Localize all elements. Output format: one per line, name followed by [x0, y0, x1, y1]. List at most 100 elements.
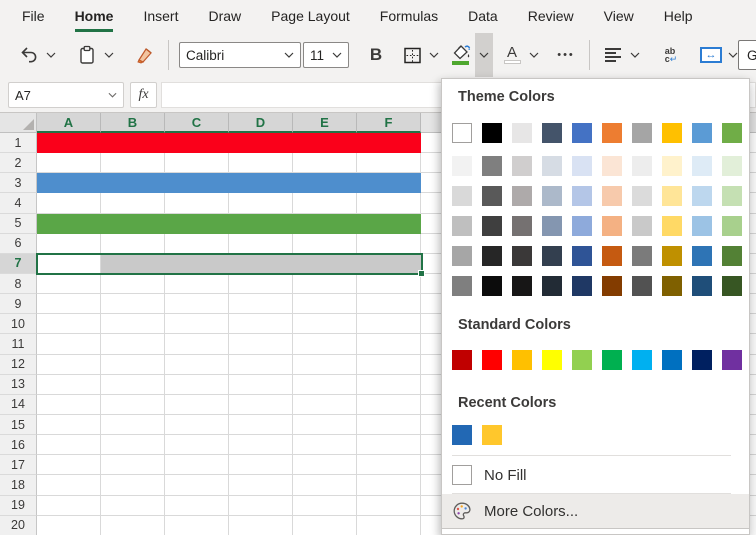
theme-variant-swatch[interactable]	[572, 276, 592, 296]
theme-color-swatch[interactable]	[602, 123, 622, 143]
row-header-9[interactable]: 9	[0, 294, 37, 314]
cell-c16[interactable]	[165, 435, 229, 455]
standard-color-swatch[interactable]	[512, 350, 532, 370]
cell-b10[interactable]	[101, 314, 165, 334]
column-header-e[interactable]: E	[293, 113, 357, 133]
cell-e17[interactable]	[293, 455, 357, 475]
cell-c14[interactable]	[165, 395, 229, 415]
cell-a3[interactable]	[37, 173, 101, 193]
cell-b13[interactable]	[101, 375, 165, 395]
cell-d8[interactable]	[229, 274, 293, 294]
cell-e7[interactable]	[293, 254, 357, 274]
cell-b17[interactable]	[101, 455, 165, 475]
cell-c4[interactable]	[165, 193, 229, 213]
theme-variant-swatch[interactable]	[602, 246, 622, 266]
tab-formulas[interactable]: Formulas	[380, 0, 438, 32]
cell-b15[interactable]	[101, 415, 165, 435]
cell-d19[interactable]	[229, 496, 293, 516]
cell-c7[interactable]	[165, 254, 229, 274]
cell-d6[interactable]	[229, 234, 293, 254]
tab-review[interactable]: Review	[528, 0, 574, 32]
theme-variant-swatch[interactable]	[512, 186, 532, 206]
cell-a20[interactable]	[37, 516, 101, 535]
row-header-4[interactable]: 4	[0, 193, 37, 213]
theme-variant-swatch[interactable]	[452, 246, 472, 266]
standard-color-swatch[interactable]	[572, 350, 592, 370]
cell-d12[interactable]	[229, 355, 293, 375]
fill-color-dropdown-chevron[interactable]	[475, 33, 493, 77]
theme-variant-swatch[interactable]	[602, 156, 622, 176]
standard-color-swatch[interactable]	[692, 350, 712, 370]
cell-f16[interactable]	[357, 435, 421, 455]
cell-c5[interactable]	[165, 214, 229, 234]
cell-c10[interactable]	[165, 314, 229, 334]
alignment-button[interactable]	[600, 38, 626, 72]
theme-variant-swatch[interactable]	[632, 186, 652, 206]
paste-button[interactable]	[74, 38, 100, 72]
cell-f9[interactable]	[357, 294, 421, 314]
row-header-14[interactable]: 14	[0, 395, 37, 415]
more-font-options-button[interactable]: •••	[553, 38, 579, 72]
cell-d4[interactable]	[229, 193, 293, 213]
recent-color-swatch[interactable]	[452, 425, 472, 445]
cell-e13[interactable]	[293, 375, 357, 395]
row-header-8[interactable]: 8	[0, 274, 37, 294]
cell-a19[interactable]	[37, 496, 101, 516]
cell-d11[interactable]	[229, 334, 293, 354]
theme-color-swatch[interactable]	[512, 123, 532, 143]
cell-f17[interactable]	[357, 455, 421, 475]
cell-a12[interactable]	[37, 355, 101, 375]
row-header-5[interactable]: 5	[0, 214, 37, 234]
tab-page-layout[interactable]: Page Layout	[271, 0, 350, 32]
cell-c1[interactable]	[165, 133, 229, 153]
cell-b18[interactable]	[101, 475, 165, 495]
cell-b12[interactable]	[101, 355, 165, 375]
cell-a13[interactable]	[37, 375, 101, 395]
cell-a14[interactable]	[37, 395, 101, 415]
cell-b5[interactable]	[101, 214, 165, 234]
row-header-13[interactable]: 13	[0, 375, 37, 395]
cell-e14[interactable]	[293, 395, 357, 415]
cell-a18[interactable]	[37, 475, 101, 495]
cell-b3[interactable]	[101, 173, 165, 193]
theme-variant-swatch[interactable]	[692, 186, 712, 206]
column-header-f[interactable]: F	[357, 113, 421, 133]
theme-color-swatch[interactable]	[452, 123, 472, 143]
theme-variant-swatch[interactable]	[482, 156, 502, 176]
cell-a9[interactable]	[37, 294, 101, 314]
cell-f6[interactable]	[357, 234, 421, 254]
theme-variant-swatch[interactable]	[482, 276, 502, 296]
cell-f11[interactable]	[357, 334, 421, 354]
theme-variant-swatch[interactable]	[542, 216, 562, 236]
tab-draw[interactable]: Draw	[208, 0, 241, 32]
merge-cells-button[interactable]: ↔	[698, 38, 724, 72]
cell-c12[interactable]	[165, 355, 229, 375]
cell-c17[interactable]	[165, 455, 229, 475]
row-header-6[interactable]: 6	[0, 234, 37, 254]
cell-d13[interactable]	[229, 375, 293, 395]
cell-f7[interactable]	[357, 254, 421, 274]
cell-e6[interactable]	[293, 234, 357, 254]
cell-a15[interactable]	[37, 415, 101, 435]
cell-e10[interactable]	[293, 314, 357, 334]
row-header-15[interactable]: 15	[0, 415, 37, 435]
cell-b4[interactable]	[101, 193, 165, 213]
cell-e16[interactable]	[293, 435, 357, 455]
cell-f15[interactable]	[357, 415, 421, 435]
theme-variant-swatch[interactable]	[452, 186, 472, 206]
cell-b11[interactable]	[101, 334, 165, 354]
cell-e15[interactable]	[293, 415, 357, 435]
cell-f4[interactable]	[357, 193, 421, 213]
theme-variant-swatch[interactable]	[722, 276, 742, 296]
cell-e1[interactable]	[293, 133, 357, 153]
cell-c3[interactable]	[165, 173, 229, 193]
format-painter-button[interactable]	[132, 38, 158, 72]
theme-color-swatch[interactable]	[632, 123, 652, 143]
tab-help[interactable]: Help	[664, 0, 693, 32]
font-name-select[interactable]: Calibri	[179, 42, 301, 68]
wrap-text-button[interactable]: ab c↵	[658, 38, 684, 72]
row-header-1[interactable]: 1	[0, 133, 37, 153]
cell-f19[interactable]	[357, 496, 421, 516]
cell-c11[interactable]	[165, 334, 229, 354]
font-size-select[interactable]: 11	[303, 42, 349, 68]
